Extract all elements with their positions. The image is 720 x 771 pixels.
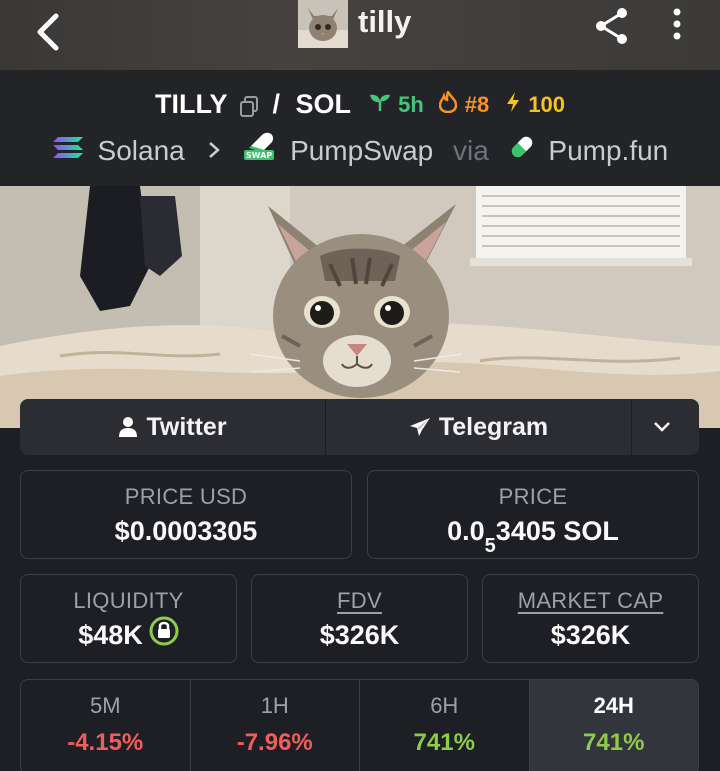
chevron-left-icon[interactable] <box>28 10 72 54</box>
pumpswap-icon: SWAP <box>242 132 276 169</box>
lock-icon[interactable] <box>149 616 179 653</box>
liquidity-label: LIQUIDITY <box>73 588 184 613</box>
solana-icon <box>52 135 84 167</box>
tab-label: 1H <box>260 693 289 718</box>
market-cap-value: $326K <box>550 620 631 650</box>
chevron-right-icon <box>207 135 221 167</box>
token-banner-image <box>0 186 720 428</box>
market-cap-label[interactable]: MARKET CAP <box>483 588 698 614</box>
fdv-value: $326K <box>319 620 400 650</box>
price-native-card: PRICE 0.053405 SOL <box>367 470 699 559</box>
telegram-button[interactable]: Telegram <box>326 399 632 455</box>
share-icon[interactable] <box>590 4 634 48</box>
pill-icon <box>509 134 535 167</box>
dex-link[interactable]: PumpSwap <box>290 135 433 167</box>
copy-icon[interactable] <box>239 94 259 117</box>
social-links-bar: Twitter Telegram <box>20 399 699 455</box>
base-symbol: TILLY <box>154 89 228 120</box>
price-usd-value: $0.0003305 <box>114 516 258 546</box>
flame-icon <box>439 89 458 119</box>
pair-title-row: TILLY / SOL 5h #8 100 <box>0 88 720 120</box>
token-name: tilly <box>358 4 412 39</box>
kebab-menu-icon[interactable] <box>664 4 690 48</box>
pair-separator: / <box>272 89 281 120</box>
seedling-icon <box>369 92 391 118</box>
change-value: -4.15% <box>67 729 144 756</box>
tab-1h[interactable]: 1H -7.96% <box>191 680 360 771</box>
chain-link[interactable]: Solana <box>98 135 185 167</box>
svg-text:SWAP: SWAP <box>246 151 272 160</box>
fdv-label[interactable]: FDV <box>252 588 467 614</box>
twitter-label: Twitter <box>146 412 227 441</box>
change-value: -7.96% <box>236 729 313 756</box>
liquidity-value: $48K <box>21 616 236 653</box>
lightning-icon <box>505 91 521 119</box>
change-value: 741% <box>413 729 475 756</box>
leading-zeros-count: 5 <box>484 535 496 558</box>
market-cap-card: MARKET CAP $326K <box>482 574 699 663</box>
via-label: via <box>453 134 489 166</box>
telegram-label: Telegram <box>438 412 549 441</box>
trending-rank: #8 <box>464 91 490 117</box>
token-avatar <box>298 0 348 48</box>
liquidity-card: LIQUIDITY $48K <box>20 574 237 663</box>
change-value: 741% <box>583 729 645 756</box>
fdv-card: FDV $326K <box>251 574 468 663</box>
paper-plane-icon <box>409 418 430 436</box>
quote-symbol: SOL <box>295 89 352 120</box>
top-bar: tilly <box>0 0 720 70</box>
price-native-label: PRICE <box>498 484 568 509</box>
price-native-value: 0.053405 SOL <box>447 516 619 558</box>
tab-label: 5M <box>89 693 121 718</box>
launchpad-link[interactable]: Pump.fun <box>548 135 668 167</box>
tab-label: 6H <box>430 693 459 718</box>
tab-24h[interactable]: 24H 741% <box>529 680 698 771</box>
price-usd-card: PRICE USD $0.0003305 <box>20 470 352 559</box>
chevron-down-icon <box>653 422 670 432</box>
boost-count: 100 <box>528 91 566 117</box>
twitter-button[interactable]: Twitter <box>20 399 326 455</box>
pair-age: 5h <box>398 91 424 117</box>
price-change-tabs: 5M -4.15% 1H -7.96% 6H 741% 24H 741% <box>20 679 699 771</box>
pair-header: TILLY / SOL 5h #8 100 Solana SWAP PumpSw… <box>0 70 720 186</box>
pair-route-row: Solana SWAP PumpSwap via Pump.fun <box>0 132 720 169</box>
tab-5m[interactable]: 5M -4.15% <box>21 680 191 771</box>
tab-label: 24H <box>593 693 634 718</box>
tab-6h[interactable]: 6H 741% <box>360 680 530 771</box>
more-links-dropdown[interactable] <box>632 399 699 455</box>
person-icon <box>119 417 138 437</box>
price-usd-label: PRICE USD <box>124 484 248 509</box>
